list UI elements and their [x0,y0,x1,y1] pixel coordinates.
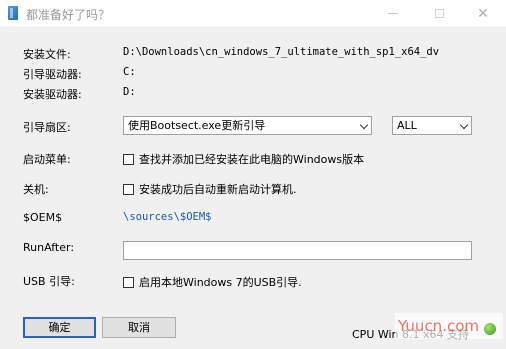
close-button[interactable]: ✕ [460,0,506,27]
boot-target-select[interactable]: ALL [392,116,472,135]
chevron-down-icon [459,120,469,130]
usb-boot-checkbox-label: 启用本地Windows 7的USB引导. [139,276,302,289]
shutdown-checkbox[interactable] [123,183,134,195]
boot-sector-label: 引导扇区: [23,121,71,134]
install-drive-label: 安装驱动器: [23,88,82,101]
chevron-down-icon [359,120,369,130]
watermark-text: Yuucn.com [397,317,479,335]
maximize-icon [434,9,444,18]
shutdown-label: 关机: [23,183,49,196]
shutdown-option[interactable]: 安装成功后自动重新启动计算机. [123,181,297,197]
minimize-button[interactable] [370,0,416,27]
app-icon [8,6,18,20]
status-indicator-icon [484,323,496,335]
close-icon: ✕ [477,5,489,22]
usb-boot-option[interactable]: 启用本地Windows 7的USB引导. [123,274,302,290]
maximize-button[interactable] [416,0,462,27]
ok-button[interactable]: 确定 [23,317,96,338]
install-drive-value: D: [123,86,136,98]
oem-path-link[interactable]: \sources\$OEM$ [123,211,212,223]
boot-menu-label: 启动菜单: [23,153,71,166]
boot-menu-checkbox[interactable] [123,153,134,165]
run-after-label: RunAfter: [23,241,75,254]
boot-menu-checkbox-label: 查找并添加已经安装在此电脑的Windows版本 [139,153,365,166]
boot-menu-option[interactable]: 查找并添加已经安装在此电脑的Windows版本 [123,151,364,167]
minimize-icon [388,13,398,14]
title-bar: 都准备好了吗？ ✕ [0,0,506,28]
install-file-value: D:\Downloads\cn_windows_7_ultimate_with_… [123,46,440,58]
shutdown-checkbox-label: 安装成功后自动重新启动计算机. [139,183,297,196]
boot-sector-selected-value: 使用Bootsect.exe更新引导 [128,119,266,132]
cancel-button[interactable]: 取消 [102,317,176,338]
install-file-label: 安装文件: [23,48,71,61]
boot-drive-label: 引导驱动器: [23,68,82,81]
boot-drive-value: C: [123,66,136,78]
boot-target-selected-value: ALL [397,119,417,132]
window-title: 都准备好了吗？ [26,8,111,22]
boot-sector-select[interactable]: 使用Bootsect.exe更新引导 [123,116,372,135]
usb-boot-checkbox[interactable] [123,276,134,288]
usb-boot-label: USB 引导: [23,275,75,288]
oem-label: $OEM$ [23,211,63,224]
run-after-input[interactable] [123,241,472,260]
